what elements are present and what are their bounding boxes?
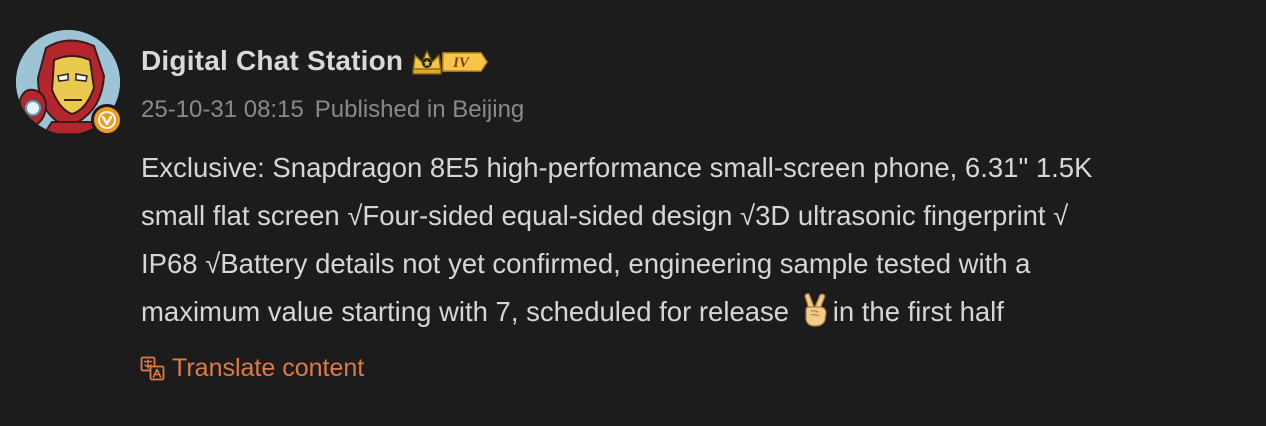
victory-hand-emoji-icon (801, 293, 831, 327)
post-location: Published in Beijing (314, 96, 525, 123)
level-badge-label: IV (452, 55, 471, 71)
post-content: Exclusive: Snapdragon 8E5 high-performan… (141, 144, 1241, 336)
content-line: Exclusive: Snapdragon 8E5 high-performan… (141, 152, 1093, 183)
author-header: Digital Chat Station IV (141, 40, 489, 82)
post-timestamp: 25-10-31 08:15 (141, 96, 304, 123)
content-line-text: maximum value starting with 7, scheduled… (141, 296, 797, 327)
level-badge[interactable]: IV (411, 45, 489, 77)
crown-icon: IV (412, 50, 489, 75)
author-avatar[interactable] (16, 30, 123, 136)
verified-badge-icon (91, 104, 123, 136)
post-meta: 25-10-31 08:15 Published in Beijing (141, 94, 524, 126)
content-line: small flat screen √Four-sided equal-side… (141, 200, 1069, 231)
content-line-last: maximum value starting with 7, scheduled… (141, 288, 1241, 336)
author-name[interactable]: Digital Chat Station (141, 45, 403, 77)
content-line-text: in the first half (832, 296, 1004, 327)
translate-label: Translate content (172, 353, 365, 382)
translate-icon (140, 356, 165, 381)
content-line: IP68 √Battery details not yet confirmed,… (141, 248, 1031, 279)
post-card: Digital Chat Station IV 25-10-31 08:15 P… (0, 0, 1266, 426)
translate-content-button[interactable]: Translate content (140, 352, 364, 384)
